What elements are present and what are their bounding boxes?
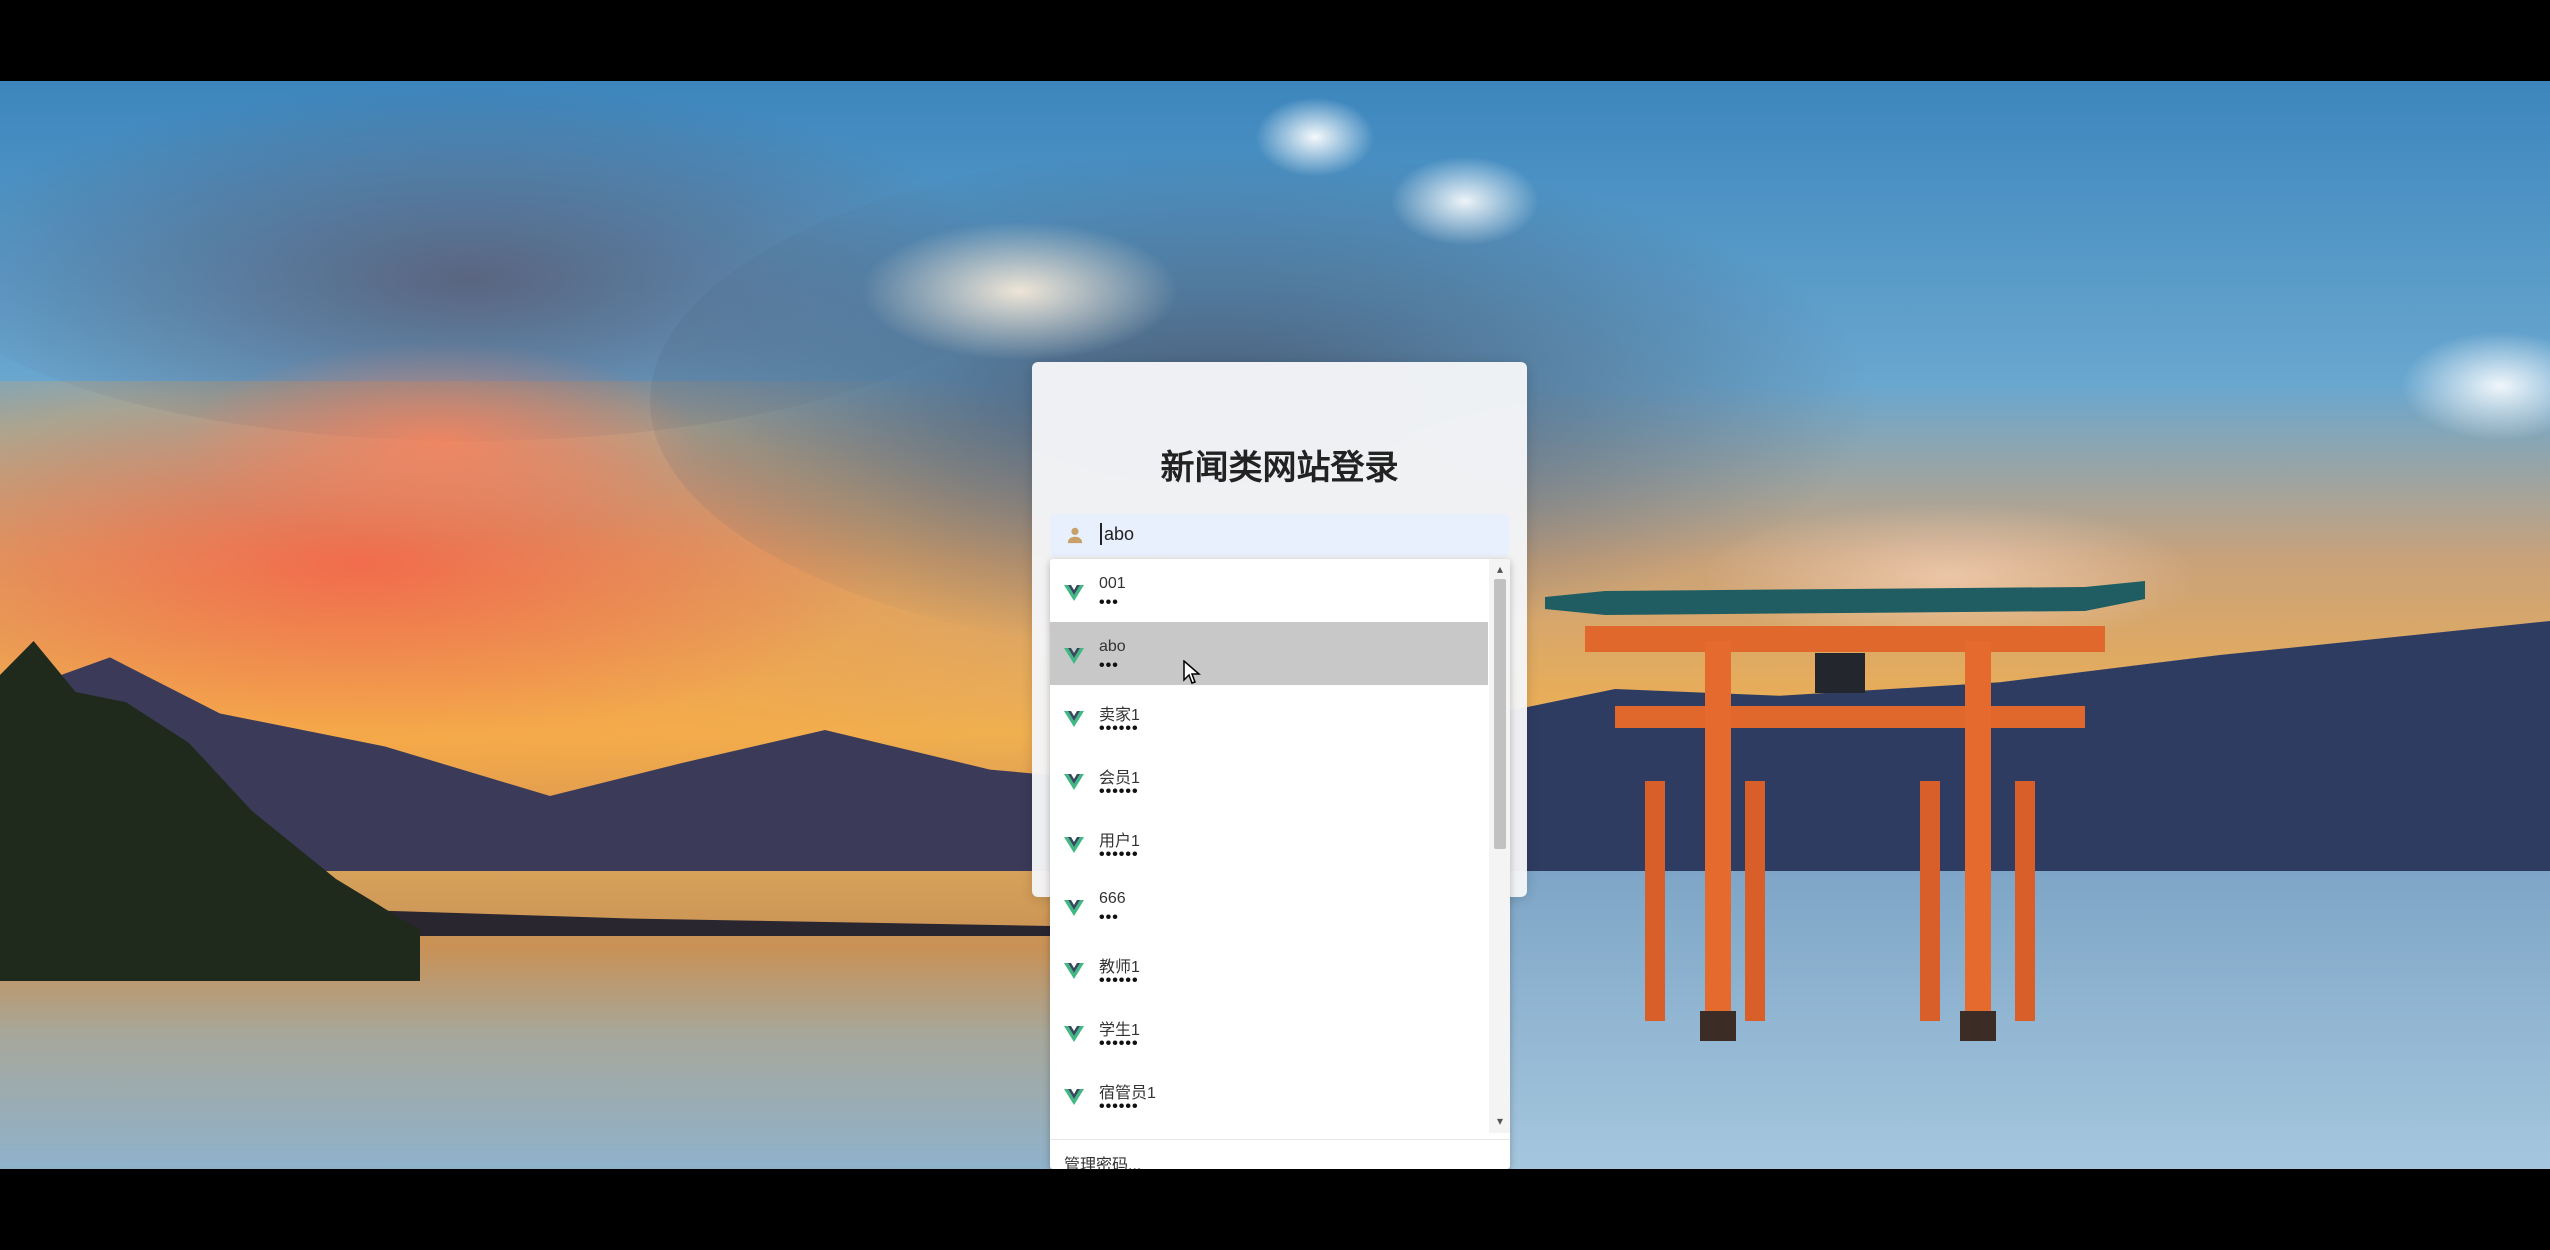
scrollbar-thumb[interactable]: [1494, 579, 1506, 849]
divider: [1050, 1139, 1510, 1140]
autofill-password-mask: ••••••: [1099, 1035, 1139, 1052]
chevron-down-icon[interactable]: ▾: [1494, 1115, 1506, 1127]
autofill-username: 666: [1099, 890, 1126, 907]
autofill-item[interactable]: 宿管员1 ••••••: [1050, 1063, 1488, 1126]
autofill-username: 001: [1099, 575, 1126, 592]
autofill-password-mask: •••: [1099, 657, 1119, 674]
username-input[interactable]: abo: [1100, 523, 1134, 545]
cloud: [1390, 156, 1540, 246]
autofill-item[interactable]: 教师1 ••••••: [1050, 937, 1488, 1000]
torii-plaque: [1815, 653, 1865, 693]
autofill-password-mask: •••: [1099, 909, 1119, 926]
vue-logo-icon: [1064, 1089, 1084, 1105]
cloud: [2400, 331, 2550, 441]
page-title: 新闻类网站登录: [1160, 449, 1399, 487]
scrollbar[interactable]: ▴ ▾: [1489, 559, 1510, 1133]
vue-logo-icon: [1064, 774, 1084, 790]
torii-support: [2015, 781, 2035, 1021]
torii-base: [1960, 1011, 1996, 1041]
cloud: [860, 221, 1180, 361]
manage-passwords-link[interactable]: 管理密码...: [1064, 1151, 1141, 1169]
autofill-list: 001 ••• abo ••• 卖家1 •••••• 会员1 •••••• 用户1 •••••• 6…: [1050, 559, 1488, 1126]
torii-beam: [1615, 706, 2085, 728]
username-field[interactable]: abo: [1050, 514, 1509, 556]
vue-logo-icon: [1064, 963, 1084, 979]
vue-logo-icon: [1064, 711, 1084, 727]
torii-support: [1745, 781, 1765, 1021]
autofill-item[interactable]: 001 •••: [1050, 559, 1488, 622]
autofill-username: abo: [1099, 638, 1126, 655]
autofill-dropdown[interactable]: 001 ••• abo ••• 卖家1 •••••• 会员1 •••••• 用户1 •••••• 6…: [1050, 559, 1510, 1169]
vue-logo-icon: [1064, 837, 1084, 853]
torii-gate: [1545, 581, 2145, 1061]
mouse-cursor-icon: [1183, 660, 1202, 684]
autofill-item[interactable]: 666 •••: [1050, 874, 1488, 937]
autofill-password-mask: ••••••: [1099, 720, 1139, 737]
autofill-password-mask: ••••••: [1099, 783, 1139, 800]
autofill-password-mask: ••••••: [1099, 1098, 1139, 1115]
autofill-item[interactable]: 会员1 ••••••: [1050, 748, 1488, 811]
cloud: [1255, 97, 1375, 177]
autofill-password-mask: •••: [1099, 594, 1119, 611]
autofill-password-mask: ••••••: [1099, 972, 1139, 989]
torii-base: [1700, 1011, 1736, 1041]
vue-logo-icon: [1064, 900, 1084, 916]
autofill-item[interactable]: 卖家1 ••••••: [1050, 685, 1488, 748]
vue-logo-icon: [1064, 648, 1084, 664]
torii-support: [1645, 781, 1665, 1021]
vue-logo-icon: [1064, 585, 1084, 601]
autofill-password-mask: ••••••: [1099, 846, 1139, 863]
autofill-item[interactable]: 用户1 ••••••: [1050, 811, 1488, 874]
user-icon: [1067, 527, 1083, 544]
autofill-item[interactable]: abo •••: [1050, 622, 1488, 685]
torii-pillar: [1705, 641, 1731, 1021]
chevron-up-icon[interactable]: ▴: [1494, 563, 1506, 575]
torii-pillar: [1965, 641, 1991, 1021]
torii-support: [1920, 781, 1940, 1021]
autofill-item[interactable]: 学生1 ••••••: [1050, 1000, 1488, 1063]
torii-roof: [1545, 581, 2145, 615]
torii-beam: [1585, 626, 2105, 652]
cloud: [180, 341, 700, 541]
vue-logo-icon: [1064, 1026, 1084, 1042]
